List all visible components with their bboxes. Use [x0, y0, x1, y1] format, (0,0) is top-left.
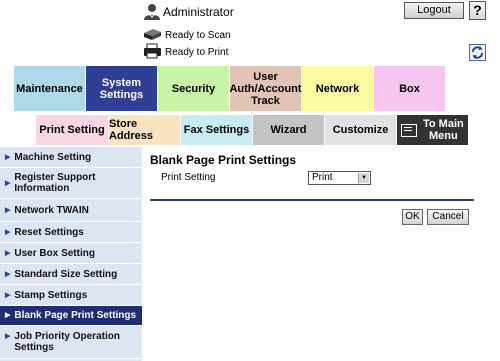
arrow-right-icon: ▶ [5, 333, 11, 340]
tab-box[interactable]: Box [374, 66, 445, 111]
sidebar-item-job-priority-operation-settings[interactable]: ▶ Job Priority Operation Settings [0, 326, 142, 359]
sidebar-item-standard-size-setting[interactable]: ▶ Standard Size Setting [0, 264, 142, 285]
sidebar-item-label: User Box Setting [14, 247, 95, 259]
sidebar-item-machine-setting[interactable]: ▶ Machine Setting [0, 147, 142, 168]
sidebar-item-network-twain[interactable]: ▶ Network TWAIN [0, 199, 142, 222]
user-label: Administrator [163, 5, 234, 19]
sidebar-item-blank-page-print-settings[interactable]: ▶ Blank Page Print Settings [0, 306, 142, 326]
tab-system-settings-label: System Settings [99, 76, 144, 101]
help-button[interactable]: ? [469, 1, 486, 20]
print-setting-value: Print [312, 172, 333, 183]
chevron-down-icon: ▼ [358, 173, 369, 183]
to-main-menu-label: To Main Menu [423, 118, 464, 142]
subtab-fax-settings[interactable]: Fax Settings [180, 115, 252, 145]
arrow-right-icon: ▶ [5, 206, 11, 214]
tab-system-settings[interactable]: System Settings [86, 66, 157, 111]
sidebar-item-label: Standard Size Setting [14, 268, 118, 280]
print-setting-select[interactable]: Print ▼ [308, 171, 371, 185]
tab-user-auth-account-track[interactable]: User Auth/Account Track [229, 66, 302, 111]
sidebar-item-label: Blank Page Print Settings [14, 310, 137, 321]
subtab-to-main-menu[interactable]: To Main Menu [396, 115, 468, 145]
print-setting-label: Print Setting [161, 172, 216, 183]
arrow-right-icon: ▶ [5, 270, 11, 278]
sidebar-item-label: Reset Settings [14, 226, 84, 238]
subtab-wizard[interactable]: Wizard [252, 115, 324, 145]
arrow-right-icon: ▶ [5, 228, 11, 236]
arrow-right-icon: ▶ [5, 153, 11, 161]
refresh-icon[interactable] [469, 44, 486, 61]
status-scan-text: Ready to Scan [165, 30, 231, 41]
tab-maintenance[interactable]: Maintenance [14, 66, 85, 111]
sidebar-item-label: Job Priority Operation Settings [14, 331, 120, 353]
sidebar-item-stamp-settings[interactable]: ▶ Stamp Settings [0, 285, 142, 306]
tab-security[interactable]: Security [158, 66, 229, 111]
status-print-text: Ready to Print [165, 47, 229, 58]
sidebar-item-label: Machine Setting [14, 151, 92, 163]
sidebar-item-reset-settings[interactable]: ▶ Reset Settings [0, 222, 142, 243]
subtab-print-setting[interactable]: Print Setting [36, 115, 108, 145]
printer-icon [143, 43, 162, 59]
tab-user-auth-label: User Auth/Account Track [229, 70, 302, 107]
arrow-right-icon: ▶ [5, 179, 11, 187]
subtab-customize[interactable]: Customize [324, 115, 396, 145]
tab-network[interactable]: Network [302, 66, 373, 111]
sidebar-item-label: Network TWAIN [14, 204, 89, 216]
administrator-icon [143, 3, 161, 20]
arrow-right-icon: ▶ [5, 312, 11, 319]
arrow-right-icon: ▶ [5, 249, 11, 257]
sidebar-item-register-support-information[interactable]: ▶ Register Support Information [0, 168, 142, 199]
page-title: Blank Page Print Settings [150, 153, 297, 167]
arrow-right-icon: ▶ [5, 291, 11, 299]
main-menu-icon [401, 123, 417, 137]
sidebar-item-user-box-setting[interactable]: ▶ User Box Setting [0, 243, 142, 264]
ok-button[interactable]: OK [402, 209, 423, 225]
cancel-button[interactable]: Cancel [427, 209, 469, 225]
sidebar-item-label: Stamp Settings [14, 289, 88, 301]
sidebar-item-label: Register Support Information [14, 172, 96, 194]
logout-button[interactable]: Logout [404, 2, 464, 19]
divider [150, 199, 474, 201]
scanner-icon [143, 28, 162, 43]
subtab-store-address[interactable]: Store Address [108, 115, 180, 145]
